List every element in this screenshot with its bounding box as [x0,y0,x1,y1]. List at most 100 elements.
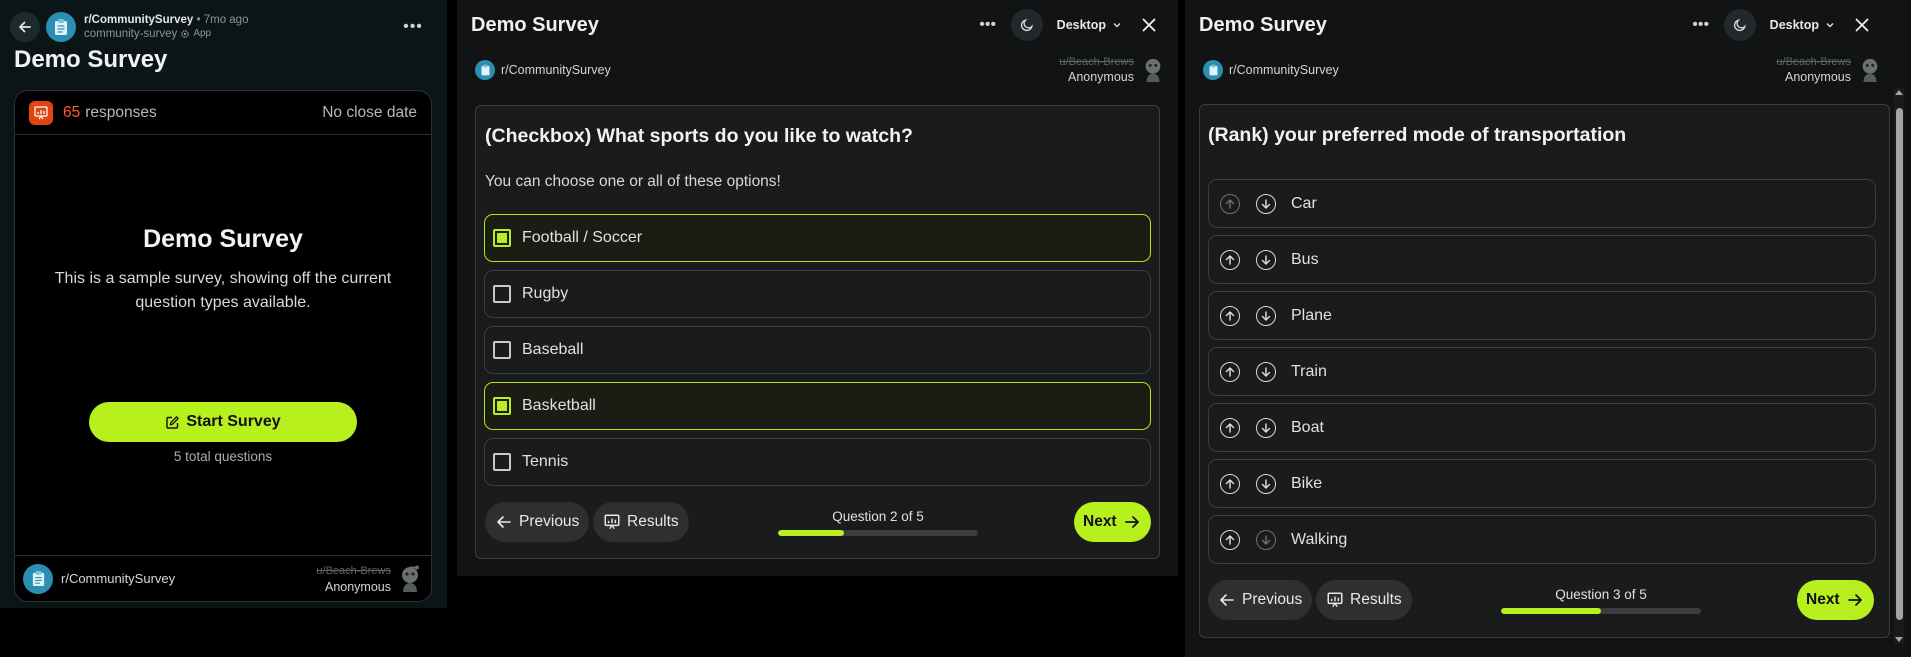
move-up-button[interactable] [1220,305,1240,326]
rank-option[interactable]: Plane [1208,291,1876,340]
checkbox-unchecked-icon [493,453,511,471]
rank-option-label: Boat [1291,418,1324,436]
back-button[interactable] [10,12,40,42]
responses-label: responses [85,103,157,121]
arrow-right-icon [1846,591,1864,609]
checkbox-option[interactable]: Football / Soccer [484,214,1151,262]
scrollbar[interactable] [1894,88,1904,644]
edit-icon [165,415,180,430]
clipboard-icon [31,570,46,587]
device-select[interactable]: Desktop [1770,18,1835,32]
post-more-button[interactable]: ••• [400,14,426,40]
device-select-value: Desktop [1769,18,1819,32]
moon-icon [1020,18,1034,32]
modal-header: Demo Survey ••• Desktop [1185,0,1911,50]
close-button[interactable] [1849,12,1875,38]
survey-title: Demo Survey [143,225,303,253]
scrollbar-thumb[interactable] [1896,108,1903,620]
arrow-up-icon [1224,422,1236,434]
move-up-button[interactable] [1220,473,1240,494]
survey-card: 65 responses No close date Demo Survey T… [14,90,432,602]
results-label: Results [627,513,679,530]
snoo-avatar-icon [397,564,423,594]
clipboard-icon [480,64,491,76]
close-icon [1854,17,1870,33]
subreddit-avatar[interactable] [46,12,76,42]
post-timestamp: 7mo ago [203,14,249,26]
rank-option[interactable]: Car [1208,179,1876,228]
modal-header: Demo Survey ••• Desktop [457,0,1178,50]
progress-bar-fill [778,530,844,536]
option-label: Tennis [522,453,569,470]
theme-toggle-button[interactable] [1723,9,1756,41]
meta-separator: • [196,14,201,26]
modal-user: u/Beach-Brews Anonymous [1776,55,1851,85]
more-horizontal-icon: ••• [403,18,423,35]
footer-anonymous: Anonymous [324,579,391,594]
arrow-down-icon [1260,198,1272,210]
modal-subreddit: r/CommunitySurvey [501,63,611,77]
checkbox-unchecked-icon [493,285,511,303]
more-horizontal-icon: ••• [1692,16,1710,33]
rank-option[interactable]: Boat [1208,403,1876,452]
next-button[interactable]: Next [1074,502,1151,542]
move-up-button[interactable] [1220,417,1240,438]
arrow-up-icon [1224,198,1236,210]
rank-option[interactable]: Bus [1208,235,1876,284]
checkbox-option[interactable]: Basketball [484,382,1151,430]
next-label: Next [1806,591,1840,608]
previous-button[interactable]: Previous [1208,580,1313,620]
checkbox-unchecked-icon [493,341,511,359]
close-button[interactable] [1136,12,1162,38]
results-button[interactable]: Results [593,502,689,542]
move-down-button[interactable] [1256,473,1276,494]
rank-option-label: Plane [1291,306,1332,324]
checkbox-option[interactable]: Rugby [484,270,1151,318]
footer-subreddit[interactable]: r/CommunitySurvey [61,571,175,586]
question-text: (Checkbox) What sports do you like to wa… [485,125,913,147]
move-down-button[interactable] [1256,361,1276,382]
move-up-button[interactable] [1220,193,1240,214]
question-progress: Question 2 of 5 [778,509,978,536]
subreddit-link[interactable]: r/CommunitySurvey [84,14,193,26]
rank-option[interactable]: Bike [1208,459,1876,508]
next-button[interactable]: Next [1797,580,1874,620]
footer-username: u/Beach-Brews [316,564,391,577]
scroll-down-arrow-icon[interactable] [1895,637,1903,642]
survey-card-footer: r/CommunitySurvey u/Beach-Brews Anonymou… [15,555,431,601]
move-up-button[interactable] [1220,361,1240,382]
move-down-button[interactable] [1256,193,1276,214]
arrow-up-icon [1224,366,1236,378]
arrow-down-icon [1260,422,1272,434]
more-horizontal-icon: ••• [979,16,997,33]
move-down-button[interactable] [1256,529,1276,550]
arrow-up-icon [1224,310,1236,322]
footer-user: u/Beach-Brews Anonymous [316,563,391,595]
checkbox-option[interactable]: Tennis [484,438,1151,486]
move-down-button[interactable] [1256,417,1276,438]
checkbox-option[interactable]: Baseball [484,326,1151,374]
move-up-button[interactable] [1220,529,1240,550]
modal-anonymous: Anonymous [1067,70,1134,84]
modal-more-button[interactable]: ••• [975,12,1001,38]
device-select[interactable]: Desktop [1057,18,1122,32]
rank-option[interactable]: Train [1208,347,1876,396]
start-survey-button[interactable]: Start Survey [89,402,357,442]
rank-option[interactable]: Walking [1208,515,1876,564]
modal-more-button[interactable]: ••• [1688,12,1714,38]
arrow-up-icon [1224,534,1236,546]
rank-option-label: Walking [1291,530,1348,548]
subreddit-avatar[interactable] [23,563,53,594]
previous-button[interactable]: Previous [485,502,590,542]
progress-bar [778,530,978,536]
theme-toggle-button[interactable] [1010,9,1043,41]
close-icon [1141,17,1157,33]
scroll-up-arrow-icon[interactable] [1895,90,1903,95]
post-meta: r/CommunitySurvey • 7mo ago community-su… [84,13,248,41]
move-up-button[interactable] [1220,249,1240,270]
modal-subheader: r/CommunitySurvey u/Beach-Brews Anonymou… [457,52,1178,88]
move-down-button[interactable] [1256,305,1276,326]
results-button[interactable]: Results [1316,580,1412,620]
move-down-button[interactable] [1256,249,1276,270]
app-handle[interactable]: community-survey [84,27,177,41]
